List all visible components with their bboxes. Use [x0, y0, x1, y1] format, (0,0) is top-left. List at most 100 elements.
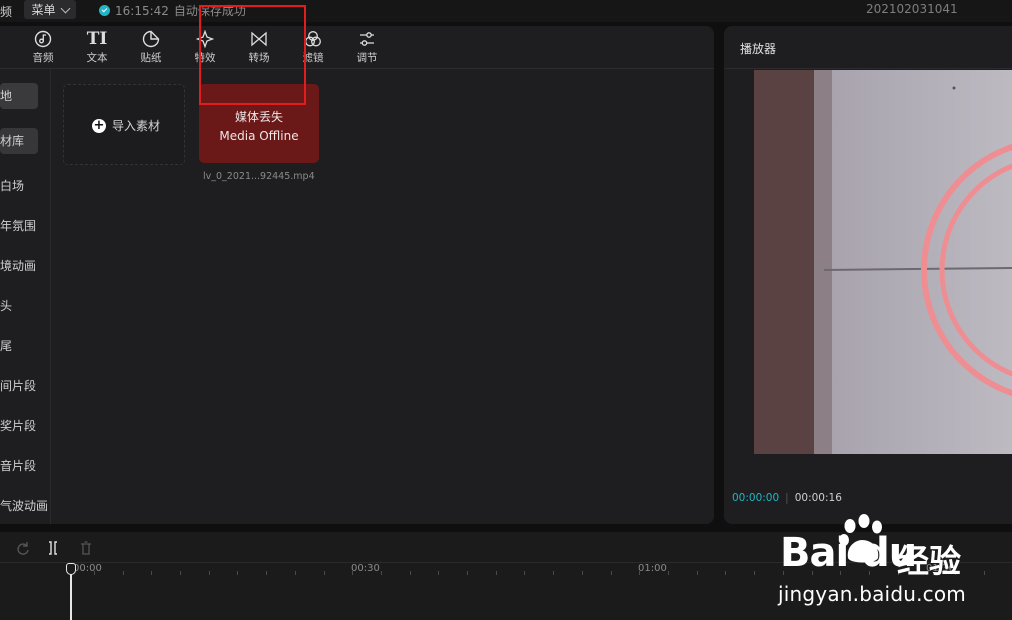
- current-time: 00:00:00: [732, 492, 780, 504]
- offline-title-cn: 媒体丢失: [234, 110, 283, 124]
- ruler-tick: [524, 571, 525, 575]
- tool-sticker[interactable]: 贴纸: [131, 30, 171, 68]
- project-name: 202102031041: [866, 2, 958, 16]
- import-content: + 导入素材: [92, 117, 160, 134]
- player-divider: [724, 68, 1012, 69]
- sidebar-item-interval[interactable]: 间片段: [0, 377, 36, 394]
- ruler-tick: [812, 571, 813, 575]
- import-media-button[interactable]: + 导入素材: [63, 84, 185, 165]
- sidebar-item-library[interactable]: 材库: [0, 128, 38, 154]
- ruler-tick: [639, 571, 640, 575]
- sidebar-item-ending[interactable]: 尾: [0, 337, 12, 354]
- tool-text[interactable]: TI 文本: [77, 30, 117, 68]
- ruler-tick: [94, 571, 95, 575]
- sidebar-item-sound[interactable]: 音片段: [0, 457, 36, 474]
- tool-filter[interactable]: 滤镜: [293, 30, 333, 68]
- ruler-tick: [180, 571, 181, 575]
- time-ruler[interactable]: 00:00 00:30 01:00 01:30: [0, 563, 1012, 579]
- tool-adjust[interactable]: 调节: [347, 30, 387, 68]
- ruler-tick: [783, 571, 784, 575]
- ruler-tick: [237, 571, 238, 575]
- player-time: 00:00:00 | 00:00:16: [732, 492, 842, 504]
- sticker-icon: [142, 30, 160, 48]
- tool-effects[interactable]: 特效: [185, 30, 225, 68]
- ruler-tick: [438, 571, 439, 575]
- ruler-tick: [467, 571, 468, 575]
- ruler-label-90: 01:30: [926, 563, 955, 574]
- menu-label: 菜单: [31, 3, 56, 17]
- ruler-tick: [496, 571, 497, 575]
- ruler-label-60: 01:00: [638, 563, 667, 574]
- import-label: 导入素材: [112, 119, 161, 133]
- media-file-name: lv_0_2021...92445.mp4: [203, 171, 315, 182]
- ruler-tick: [151, 571, 152, 575]
- filter-icon: [305, 31, 321, 47]
- title-fragment: 频: [0, 5, 13, 19]
- tool-sticker-label: 贴纸: [140, 52, 162, 64]
- sidebar-item-newyear[interactable]: 年氛围: [0, 217, 36, 234]
- delete-icon[interactable]: [79, 541, 93, 555]
- ruler-tick: [209, 571, 210, 575]
- ruler-tick: [324, 571, 325, 575]
- title-bar: 频 菜单 16:15:42 自动保存成功 202102031041: [0, 0, 1012, 22]
- tool-adjust-label: 调节: [356, 52, 378, 64]
- tool-audio[interactable]: 音频: [23, 30, 63, 68]
- ruler-tick: [582, 571, 583, 575]
- sidebar-item-white[interactable]: 白场: [0, 177, 24, 194]
- redo-icon[interactable]: [16, 541, 30, 555]
- tool-effects-label: 特效: [194, 52, 216, 64]
- ruler-tick: [840, 571, 841, 575]
- ruler-tick: [295, 571, 296, 575]
- sidebar-item-local[interactable]: 地: [0, 83, 38, 109]
- ruler-tick: [668, 571, 669, 575]
- chevron-down-icon: [60, 3, 70, 13]
- ruler-tick: [898, 571, 899, 575]
- ruler-tick: [553, 571, 554, 575]
- music-note-icon: [34, 30, 52, 48]
- asset-sidebar: 地 材库 白场 年氛围 境动画 头 尾 间片段 奖片段 音片段 气波动画: [0, 69, 51, 524]
- ruler-tick: [926, 571, 927, 575]
- offline-title-en: Media Offline: [219, 129, 299, 143]
- player-panel: 播放器 00:00:00 | 00:00:16: [724, 26, 1012, 524]
- sidebar-item-opening[interactable]: 头: [0, 297, 12, 314]
- sparkle-icon: [196, 30, 214, 48]
- menu-button[interactable]: 菜单: [24, 0, 76, 19]
- tool-transition[interactable]: 转场: [239, 30, 279, 68]
- check-circle-icon: [99, 5, 110, 16]
- tool-text-label: 文本: [86, 52, 108, 64]
- autosave-time: 16:15:42: [115, 3, 169, 18]
- media-offline-thumbnail[interactable]: 媒体丢失 Media Offline: [199, 84, 319, 163]
- ruler-tick: [869, 571, 870, 575]
- autosave-text: 自动保存成功: [173, 4, 246, 18]
- ruler-tick: [123, 571, 124, 575]
- sidebar-item-award[interactable]: 奖片段: [0, 417, 36, 434]
- ruler-tick: [381, 571, 382, 575]
- video-preview[interactable]: [754, 70, 1012, 454]
- media-panel: 音频 TI 文本 贴纸 特效 转场 滤镜 调节 地 材库 白场 年氛围 境动画 …: [0, 26, 714, 524]
- split-icon[interactable]: [46, 541, 60, 555]
- timeline-panel: 00:00 00:30 01:00 01:30: [0, 532, 1012, 620]
- timeline-toolbar: [0, 532, 1012, 563]
- autosave-status: 16:15:42 自动保存成功: [99, 2, 246, 19]
- playhead-handle[interactable]: [66, 563, 76, 575]
- tool-transition-label: 转场: [248, 52, 270, 64]
- tool-filter-label: 滤镜: [302, 52, 324, 64]
- video-frame: [754, 70, 1012, 454]
- tool-audio-label: 音频: [32, 52, 54, 64]
- transition-icon: [251, 31, 267, 47]
- ruler-tick: [984, 571, 985, 575]
- adjust-sliders-icon: [360, 32, 374, 46]
- text-icon: TI: [86, 29, 108, 49]
- ruler-tick: [725, 571, 726, 575]
- ruler-tick: [352, 571, 353, 575]
- ruler-tick: [611, 571, 612, 575]
- ruler-tick: [754, 571, 755, 575]
- time-separator: |: [785, 492, 789, 504]
- asset-toolbar: 音频 TI 文本 贴纸 特效 转场 滤镜 调节: [0, 26, 714, 69]
- ruler-tick: [266, 571, 267, 575]
- plus-icon: +: [92, 117, 106, 133]
- ruler-label-30: 00:30: [351, 563, 380, 574]
- sidebar-item-wave[interactable]: 气波动画: [0, 497, 48, 514]
- ruler-tick: [697, 571, 698, 575]
- sidebar-item-scene[interactable]: 境动画: [0, 257, 36, 274]
